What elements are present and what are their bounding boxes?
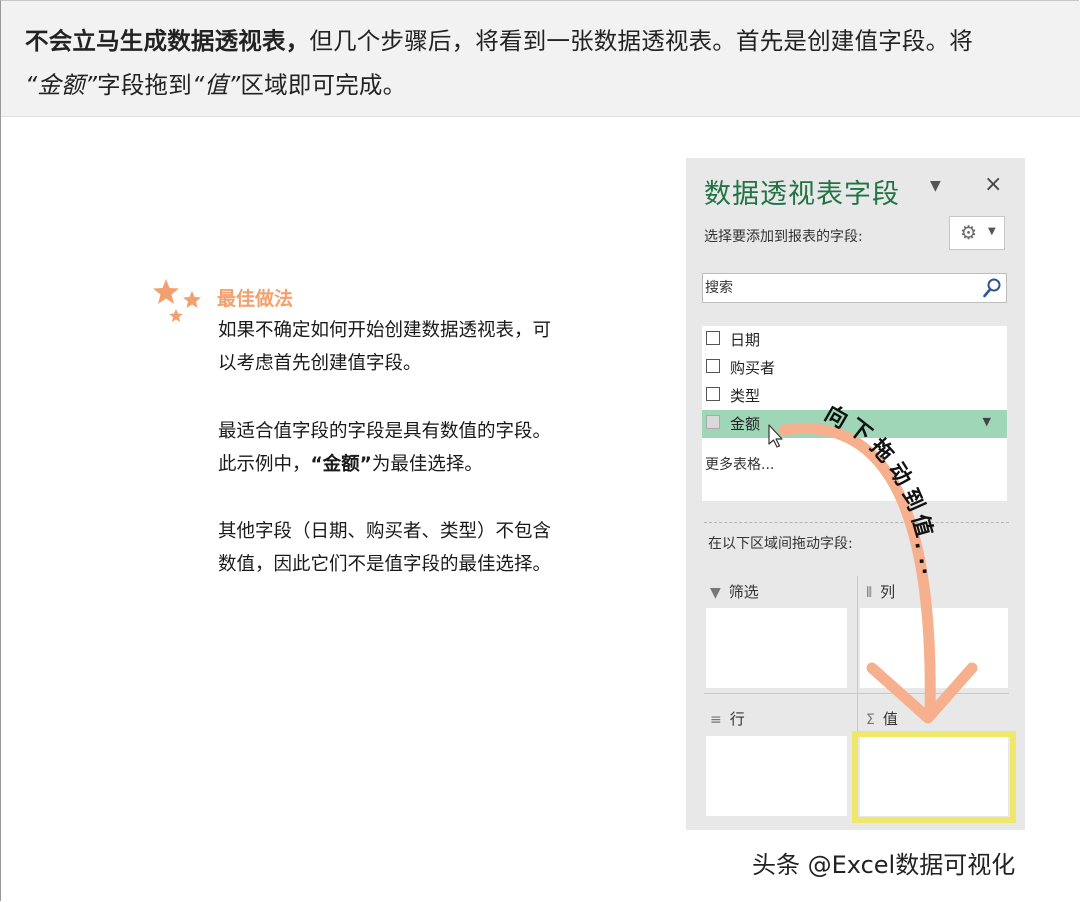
columns-label: 列 — [880, 583, 896, 601]
banner-text-4: 即可完成。 — [287, 71, 407, 99]
close-icon[interactable]: × — [984, 172, 1002, 197]
checkbox[interactable] — [706, 415, 720, 429]
instruction-banner: 不会立马生成数据透视表，但几个步骤后，将看到一张数据透视表。首先是创建值字段。将… — [1, 1, 1080, 117]
field-label: 类型 — [730, 387, 761, 405]
chevron-down-icon: ▼ — [988, 226, 996, 237]
values-zone-highlight — [852, 731, 1016, 823]
banner-value-quote: “值” — [191, 71, 241, 99]
search-box[interactable] — [702, 273, 1007, 303]
field-dropdown-chevron-icon[interactable]: ▼ — [983, 415, 991, 428]
stars-icon — [153, 279, 201, 322]
banner-text-1: 但几个步骤后，将看到一张数据透视表。首先是创建值字段。将 — [309, 27, 974, 55]
search-input[interactable] — [705, 276, 975, 300]
tools-button[interactable]: ⚙ ▼ — [949, 216, 1005, 250]
rows-drop-zone[interactable] — [706, 736, 847, 816]
tip-paragraph-3: 其他字段（日期、购买者、类型）不包含数值，因此它们不是值字段的最佳选择。 — [218, 521, 552, 575]
filter-area-label: ▼ 筛选 — [710, 581, 759, 602]
watermark: 头条 @Excel数据可视化 — [752, 851, 1016, 879]
panel-subtitle: 选择要添加到报表的字段: — [704, 229, 863, 245]
checkbox[interactable] — [706, 331, 720, 345]
filter-icon: ▼ — [710, 585, 721, 601]
search-icon[interactable] — [982, 277, 1002, 299]
area-separator-horizontal — [704, 693, 1009, 694]
values-label: 值 — [882, 710, 898, 728]
banner-text-2: 字段拖到 — [97, 71, 192, 99]
filter-label: 筛选 — [728, 583, 759, 601]
panel-title: 数据透视表字段 — [704, 179, 900, 210]
banner-bold-text: 不会立马生成数据透视表， — [25, 27, 310, 55]
tip-paragraph-2-bold: “金额” — [310, 454, 372, 475]
field-list: 日期 购买者 类型 金额 ▼ 更多表格... — [702, 326, 1007, 501]
field-item-date[interactable]: 日期 — [702, 326, 1007, 354]
field-label: 日期 — [730, 331, 761, 349]
field-label: 金额 — [730, 415, 761, 433]
panel-options-chevron-icon[interactable]: ▼ — [930, 178, 941, 194]
columns-area-label: ⦀ 列 — [866, 581, 895, 602]
values-area-label: Σ值 — [866, 708, 898, 729]
pivot-fields-panel: 数据透视表字段 ▼ × 选择要添加到报表的字段: ⚙ ▼ 日期 购买者 类型 金… — [686, 158, 1025, 830]
tip-title: 最佳做法 — [217, 288, 294, 310]
banner-text-3: 区域 — [240, 71, 288, 99]
filter-drop-zone[interactable] — [706, 608, 847, 688]
field-label: 购买者 — [730, 359, 776, 377]
rows-area-label: ≡ 行 — [710, 708, 745, 729]
drag-hint-char: . — [917, 566, 942, 578]
checkbox[interactable] — [706, 359, 720, 373]
tip-paragraph-2: 最适合值字段的字段是具有数值的字段。此示例中，“金额”为最佳选择。 — [218, 415, 558, 481]
rows-icon: ≡ — [710, 712, 722, 728]
divider — [704, 522, 1009, 523]
drag-hint-char: . — [914, 556, 939, 568]
columns-drop-zone[interactable] — [860, 608, 1008, 688]
sigma-icon: Σ — [866, 712, 875, 728]
checkbox[interactable] — [706, 387, 720, 401]
drag-instruction: 在以下区域间拖动字段: — [708, 536, 853, 552]
tip-paragraph-2-b: 为最佳选择。 — [371, 454, 483, 475]
tip-paragraph-1: 如果不确定如何开始创建数据透视表，可以考虑首先创建值字段。 — [218, 320, 552, 374]
more-tables-link[interactable]: 更多表格... — [705, 454, 774, 474]
field-item-buyer[interactable]: 购买者 — [702, 354, 1007, 382]
gear-icon: ⚙ — [960, 222, 978, 244]
field-item-type[interactable]: 类型 — [702, 382, 1007, 410]
rows-label: 行 — [729, 710, 745, 728]
columns-icon: ⦀ — [866, 585, 873, 601]
banner-amount-quote: “金额” — [25, 71, 98, 99]
